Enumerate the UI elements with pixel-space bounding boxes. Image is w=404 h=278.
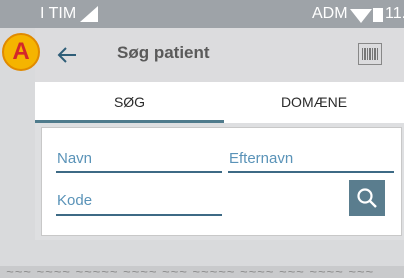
barcode-icon[interactable] [358, 43, 382, 65]
search-panel: Navn Efternavn Kode [35, 123, 404, 240]
callout-letter: A [12, 38, 30, 65]
result-list-peek: ~~~ ~~~~ ~~~~~ ~~~~ ~~~ ~~~~~ ~~~~ ~~~ ~… [0, 266, 404, 278]
signal-icon [80, 6, 98, 22]
battery-icon [373, 8, 383, 22]
cut-off-list-row: ~~~ ~~~~ ~~~~~ ~~~~ ~~~ ~~~~~ ~~~~ ~~~ ~… [6, 266, 374, 278]
tab-search[interactable]: SØG [35, 82, 224, 123]
last-name-field[interactable]: Efternavn [229, 150, 293, 167]
search-button[interactable] [349, 180, 385, 216]
code-field[interactable]: Kode [57, 192, 92, 209]
tab-bar: SØG DOMÆNE [35, 82, 404, 124]
app-bar: Søg patient [35, 28, 404, 82]
tab-domain[interactable]: DOMÆNE [224, 82, 404, 123]
status-bar: I TIM ADM 11.13 [0, 0, 404, 28]
back-arrow-icon[interactable] [57, 46, 77, 64]
page-title: Søg patient [117, 43, 210, 62]
search-icon [357, 188, 377, 208]
search-form-card: Navn Efternavn Kode [41, 127, 402, 236]
status-time: 11.13 [385, 5, 404, 22]
code-underline [56, 214, 222, 216]
callout-badge: A [2, 33, 40, 71]
last-name-underline [228, 171, 394, 173]
first-name-field[interactable]: Navn [57, 150, 92, 167]
status-right-label: ADM [312, 5, 348, 22]
first-name-underline [56, 171, 222, 173]
wifi-icon [350, 9, 372, 23]
carrier-label: I TIM [40, 5, 77, 22]
